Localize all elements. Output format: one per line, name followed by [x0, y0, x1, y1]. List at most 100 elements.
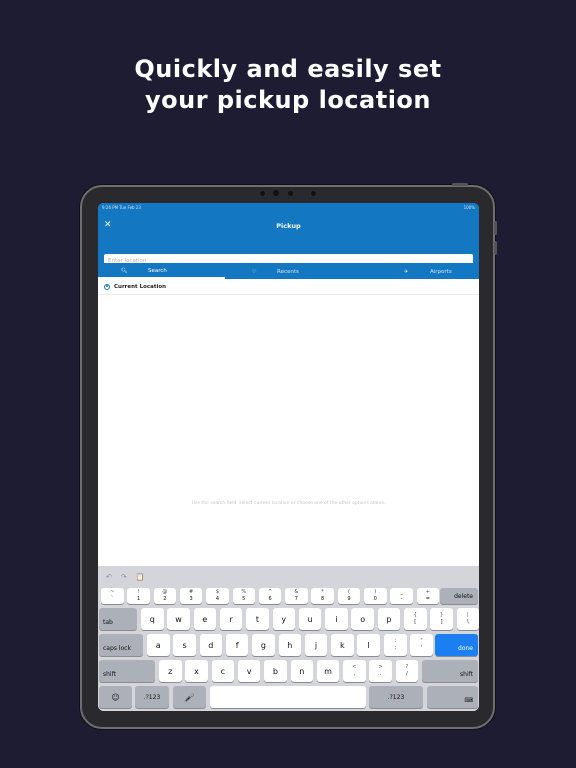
power-button: [452, 183, 468, 186]
key-char: ]: [440, 619, 443, 625]
key-x[interactable]: x: [185, 660, 208, 682]
key-shift-char: {: [413, 612, 417, 618]
key-label: v: [246, 666, 252, 676]
key-u[interactable]: u: [298, 608, 322, 630]
key-f[interactable]: f: [225, 634, 249, 656]
shift-key-right[interactable]: shift: [422, 660, 478, 682]
key-=[interactable]: + =: [416, 588, 440, 604]
key-9[interactable]: (9: [337, 588, 361, 604]
key-`[interactable]: ~ `: [101, 588, 124, 604]
key-2[interactable]: @2: [153, 588, 177, 604]
sensor-dot: [311, 191, 316, 196]
key-label: shift: [103, 671, 116, 678]
key-symbol[interactable]: | \: [456, 608, 479, 630]
key-o[interactable]: o: [351, 608, 374, 630]
tab-label: Recents: [277, 269, 299, 275]
key--[interactable]: _ -: [390, 588, 413, 604]
key-e[interactable]: e: [193, 608, 217, 630]
key-shift-char: &: [294, 589, 299, 595]
key-z[interactable]: z: [159, 660, 182, 682]
key-v[interactable]: v: [237, 660, 261, 682]
key-1[interactable]: ! 1: [127, 588, 150, 604]
search-bar: [98, 243, 479, 269]
key-g[interactable]: g: [252, 634, 275, 656]
sensor-dot: [260, 191, 265, 196]
key-y[interactable]: y: [272, 608, 295, 630]
key-label: a: [155, 640, 161, 650]
key-p[interactable]: p: [377, 608, 401, 630]
key-char: ': [420, 645, 423, 651]
key-label: b: [272, 666, 278, 676]
key-l[interactable]: l: [357, 634, 380, 656]
key-3[interactable]: #3: [179, 588, 203, 604]
key-t[interactable]: t: [246, 608, 269, 630]
paste-icon[interactable]: 📋: [136, 573, 145, 581]
space-key[interactable]: [210, 686, 366, 708]
key-shift-char: |: [467, 612, 469, 618]
number-toggle-key-right[interactable]: .?123: [369, 686, 423, 708]
key-symbol[interactable]: {[: [404, 608, 427, 630]
redo-icon[interactable]: ↷: [121, 573, 127, 581]
key-shift-char: _: [400, 589, 403, 595]
empty-state-hint: Use the search field, select current loc…: [191, 501, 386, 506]
tab-key[interactable]: tab: [99, 608, 137, 630]
key-char: 2: [163, 596, 167, 602]
key-label: .?123: [387, 693, 405, 701]
key-shift-char: %: [241, 589, 247, 595]
key-j[interactable]: j: [304, 634, 328, 656]
shift-key-left[interactable]: shift: [99, 660, 155, 682]
key-m[interactable]: m: [316, 660, 340, 682]
tab-search[interactable]: 🔍︎ Search: [98, 265, 225, 279]
key-char: 7: [294, 596, 298, 602]
key-char: 5: [242, 596, 246, 602]
key-i[interactable]: i: [325, 608, 348, 630]
key-shift-char: ^: [267, 589, 273, 595]
key-8[interactable]: * 8: [311, 588, 334, 604]
caps-lock-key[interactable]: caps lock: [99, 634, 143, 656]
key-b[interactable]: b: [264, 660, 287, 682]
key-char: /: [406, 671, 408, 677]
key-label: y: [281, 614, 287, 624]
key-h[interactable]: h: [278, 634, 301, 656]
key-label: q: [149, 614, 155, 624]
key-c[interactable]: c: [211, 660, 235, 682]
key-label: i: [335, 614, 338, 624]
front-camera-icon: [273, 190, 279, 196]
delete-key[interactable]: delete: [440, 588, 478, 604]
key-symbol[interactable]: }]: [430, 608, 453, 630]
key-0[interactable]: ) 0: [364, 588, 387, 604]
key-w[interactable]: w: [167, 608, 190, 630]
nav-bar: ✕ Pickup: [98, 211, 479, 243]
key-symbol[interactable]: >.: [369, 660, 392, 682]
key-4[interactable]: $4: [206, 588, 229, 604]
key-label: done: [458, 645, 473, 652]
key-5[interactable]: % 5: [232, 588, 255, 604]
hide-keyboard-key[interactable]: ⌨: [427, 686, 478, 708]
key-symbol[interactable]: :;: [384, 634, 407, 656]
list-item-current-location[interactable]: Current Location: [98, 279, 479, 295]
key-symbol[interactable]: " ': [410, 634, 433, 656]
key-char: `: [111, 596, 114, 602]
microphone-key[interactable]: 🎤: [173, 686, 206, 708]
number-toggle-key[interactable]: .?123: [135, 686, 169, 708]
undo-icon[interactable]: ↶: [106, 573, 112, 581]
emoji-key[interactable]: ☺: [99, 686, 132, 708]
key-k[interactable]: k: [331, 634, 354, 656]
done-key[interactable]: done: [435, 634, 478, 656]
key-n[interactable]: n: [290, 660, 313, 682]
key-d[interactable]: d: [199, 634, 223, 656]
key-char: 8: [321, 596, 325, 602]
key-q[interactable]: q: [141, 608, 164, 630]
key-a[interactable]: a: [147, 634, 170, 656]
key-symbol[interactable]: <,: [343, 660, 366, 682]
battery-indicator: 100%: [463, 204, 475, 210]
key-label: c: [220, 666, 226, 676]
key-symbol[interactable]: ? /: [395, 660, 419, 682]
key-s[interactable]: s: [173, 634, 196, 656]
key-6[interactable]: ^ 6: [258, 588, 282, 604]
tab-airports[interactable]: ✈ Airports: [352, 265, 479, 279]
tab-recents[interactable]: ♡ Recents: [225, 265, 352, 279]
key-char: ;: [394, 645, 397, 651]
key-r[interactable]: r: [219, 608, 243, 630]
key-7[interactable]: & 7: [285, 588, 308, 604]
